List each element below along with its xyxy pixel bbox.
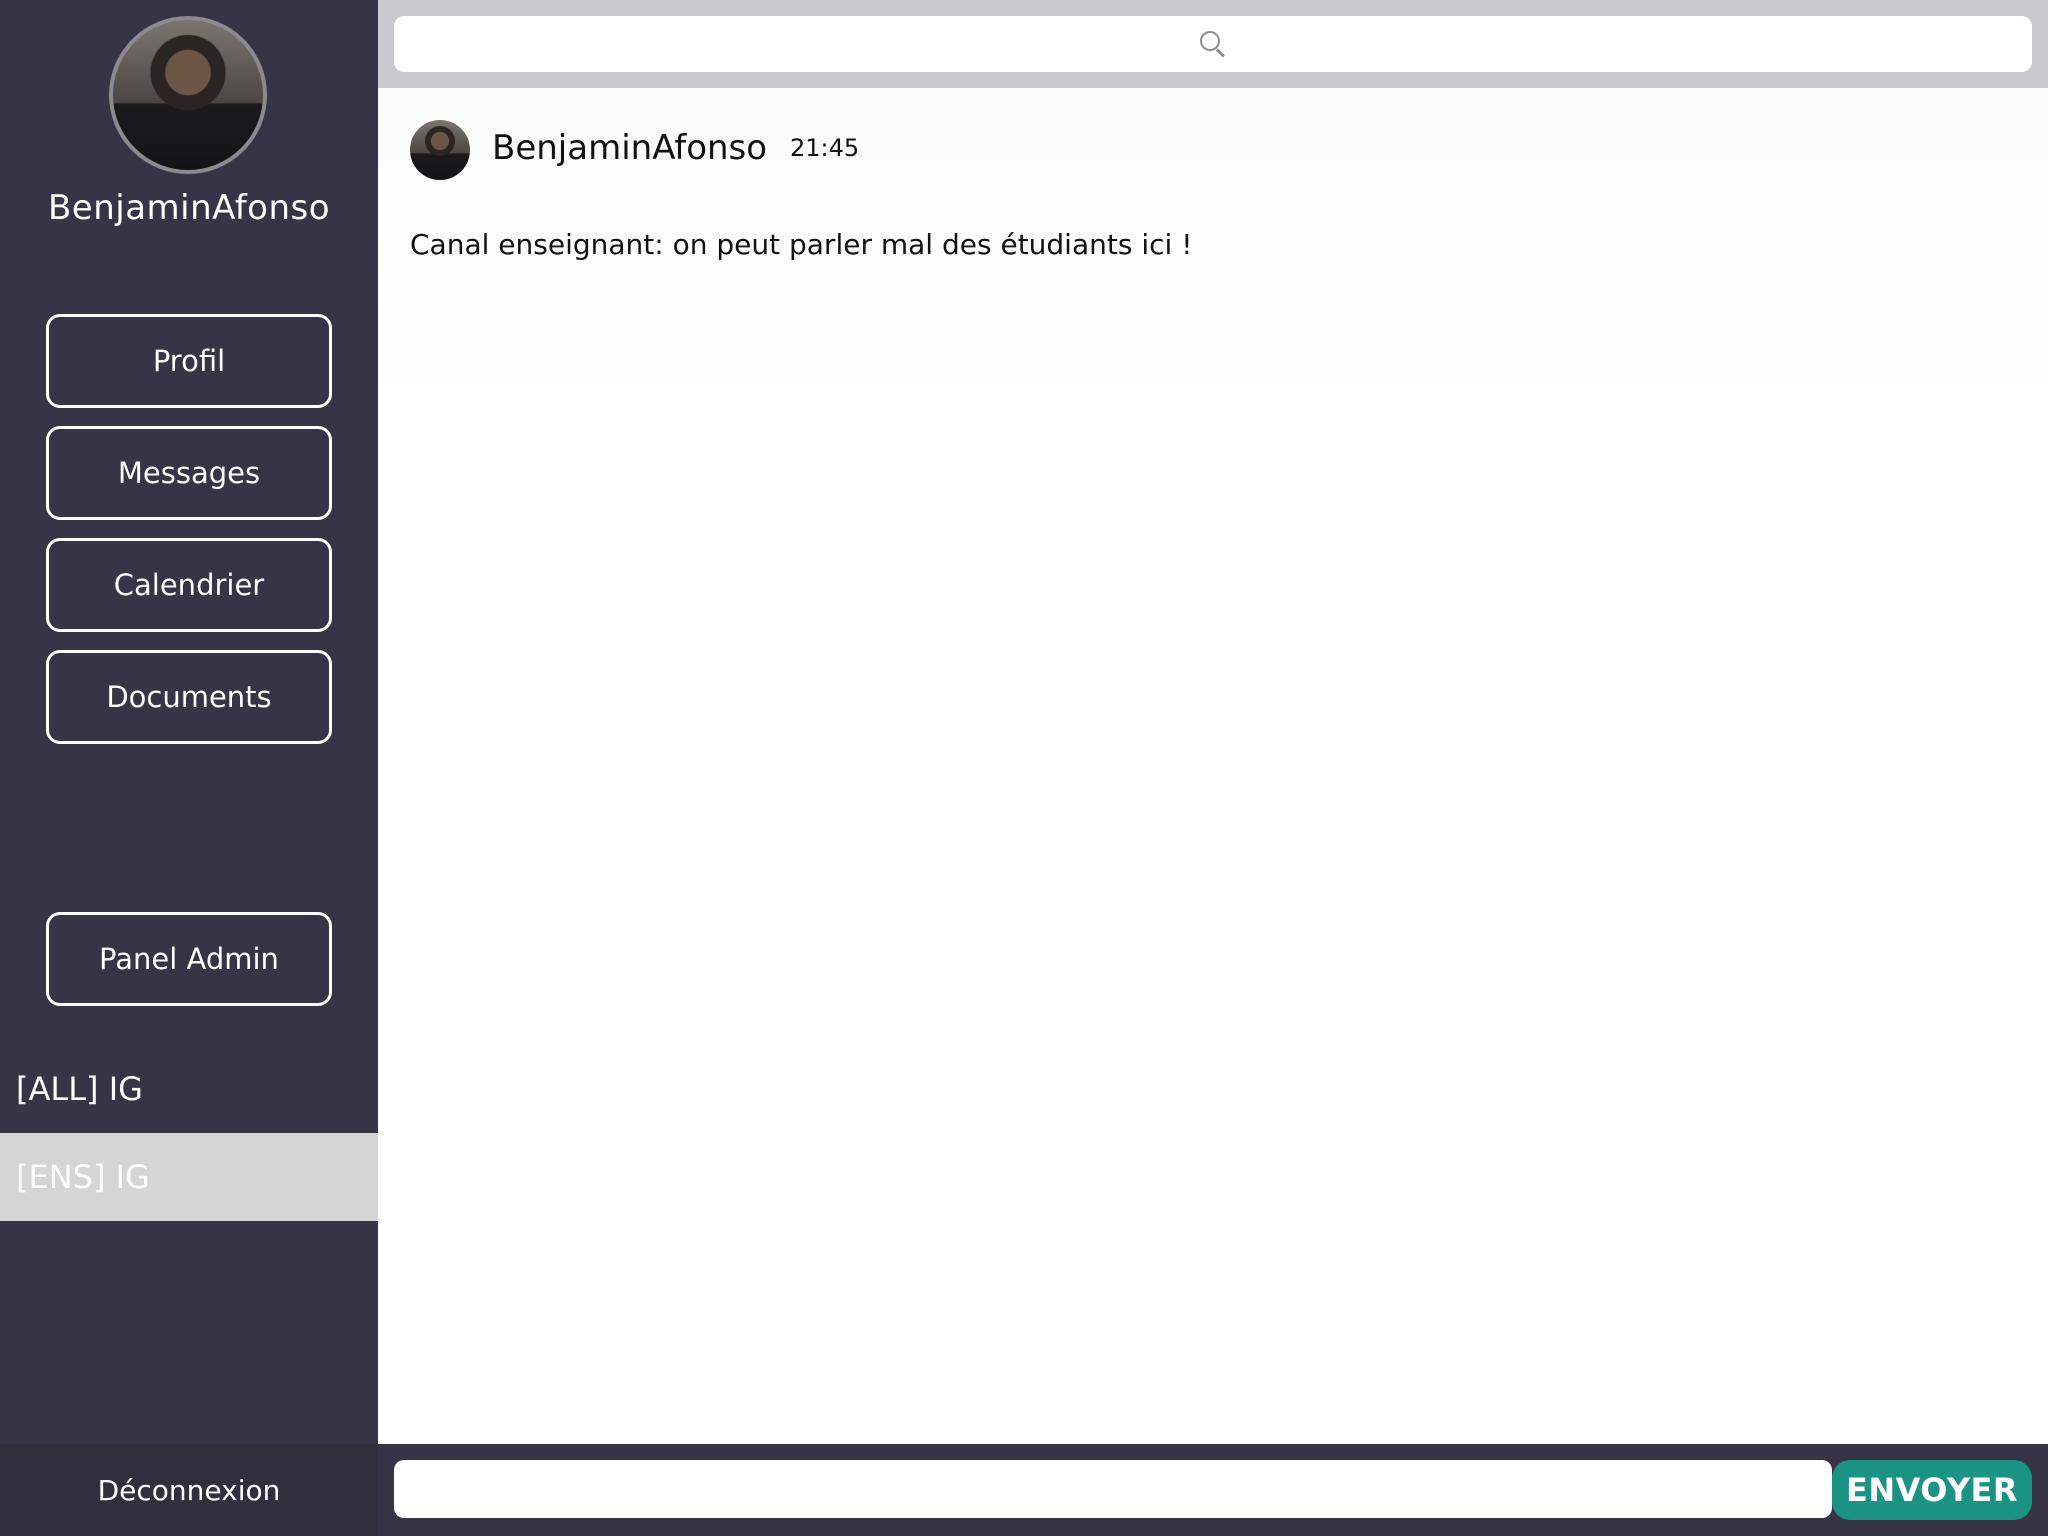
- message-list[interactable]: BenjaminAfonso 21:45 Canal enseignant: o…: [378, 88, 2048, 1444]
- channel-item-all-ig[interactable]: [ALL] IG: [0, 1045, 378, 1133]
- message-input[interactable]: [394, 1460, 1832, 1518]
- logout-button[interactable]: Déconnexion: [0, 1444, 378, 1536]
- channel-item-ens-ig[interactable]: [ENS] IG: [0, 1133, 378, 1221]
- documents-button[interactable]: Documents: [46, 650, 332, 744]
- calendrier-button[interactable]: Calendrier: [46, 538, 332, 632]
- user-avatar[interactable]: [109, 16, 267, 174]
- channel-label: [ALL] IG: [16, 1070, 143, 1108]
- profil-button[interactable]: Profil: [46, 314, 332, 408]
- send-button[interactable]: ENVOYER: [1832, 1460, 2032, 1520]
- sidebar: BenjaminAfonso Profil Messages Calendrie…: [0, 0, 378, 1536]
- shirt-logo-graphic: [161, 128, 195, 142]
- app: BenjaminAfonso Profil Messages Calendrie…: [0, 0, 2048, 1536]
- sidebar-username: BenjaminAfonso: [47, 188, 331, 228]
- message-composer: ENVOYER: [378, 1444, 2048, 1536]
- message-timestamp: 21:45: [790, 134, 860, 162]
- message-author: BenjaminAfonso: [492, 128, 768, 168]
- channel-label: [ENS] IG: [16, 1158, 150, 1196]
- search-icon: [1198, 29, 1228, 59]
- messages-button[interactable]: Messages: [46, 426, 332, 520]
- panel-admin-button[interactable]: Panel Admin: [46, 912, 332, 1006]
- message-author-avatar[interactable]: [410, 120, 470, 180]
- search-input[interactable]: [394, 16, 2032, 72]
- message-text: Canal enseignant: on peut parler mal des…: [410, 228, 1193, 261]
- search-bar: [378, 0, 2048, 88]
